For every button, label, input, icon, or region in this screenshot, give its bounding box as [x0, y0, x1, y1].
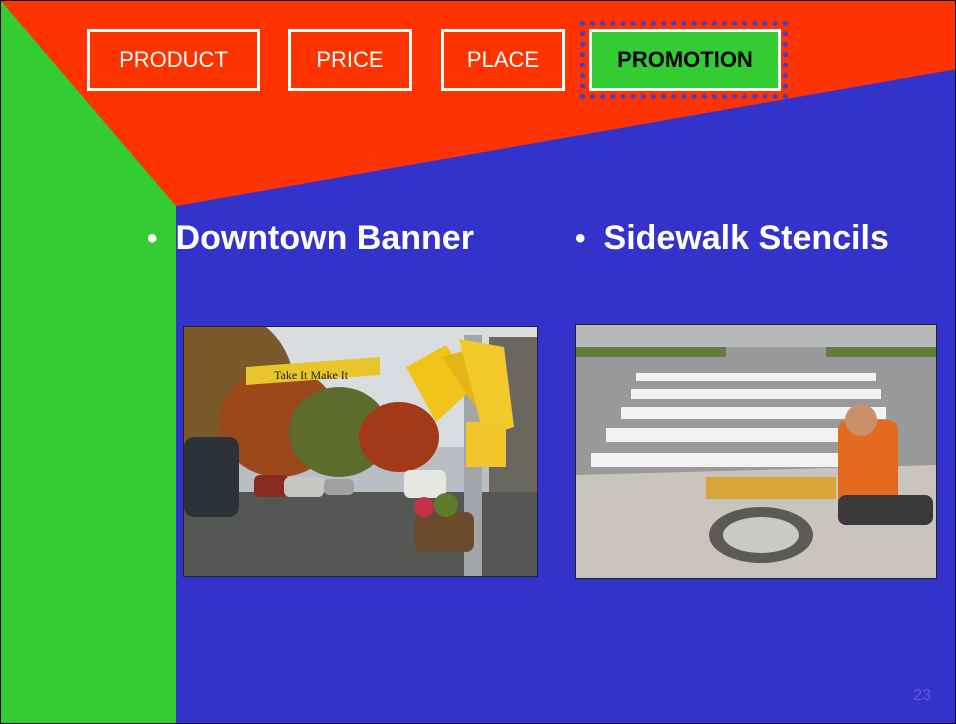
slide: PRODUCT PRICE PLACE PROMOTION • Downtown…: [0, 0, 956, 724]
page-number: 23: [913, 687, 931, 704]
tab-place[interactable]: PLACE: [441, 29, 565, 91]
bullet-marker: •: [575, 221, 586, 255]
banner-text: Take It Make It: [274, 368, 349, 382]
bullet-downtown-banner: • Downtown Banner: [147, 219, 474, 258]
tab-product[interactable]: PRODUCT: [87, 29, 260, 91]
downtown-banner-photo: Take It Make It: [183, 326, 538, 577]
bullet-sidewalk-stencils: • Sidewalk Stencils: [575, 219, 889, 258]
sidewalk-stencil-illustration: [576, 325, 936, 578]
sidewalk-stencils-photo: [575, 324, 937, 579]
bullet-text: Downtown Banner: [175, 219, 474, 257]
tab-price[interactable]: PRICE: [288, 29, 412, 91]
downtown-banner-illustration: Take It Make It: [184, 327, 537, 576]
tab-promotion[interactable]: PROMOTION: [589, 29, 781, 91]
bullet-text: Sidewalk Stencils: [603, 219, 889, 257]
bullet-marker: •: [147, 221, 158, 255]
